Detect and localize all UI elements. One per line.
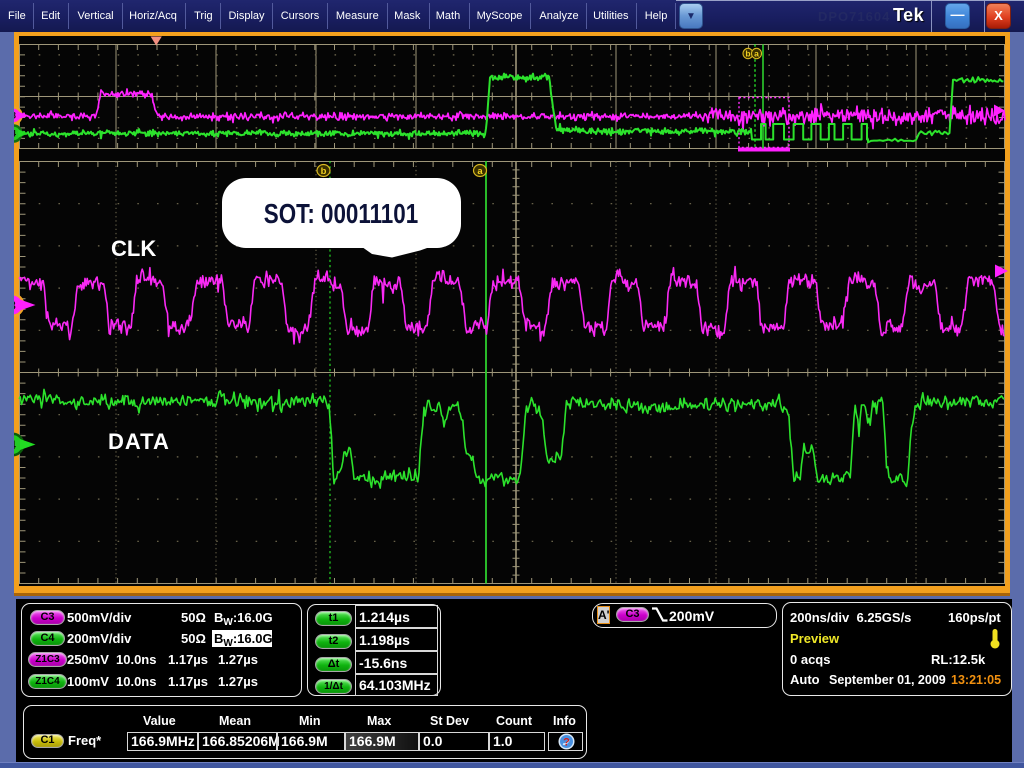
svg-text:CLK: CLK xyxy=(111,236,156,261)
svg-text:4: 4 xyxy=(14,129,16,139)
svg-text:b: b xyxy=(321,166,327,177)
svg-text:DATA: DATA xyxy=(108,429,170,454)
svg-text:b: b xyxy=(745,49,750,59)
svg-text:?: ? xyxy=(563,737,570,749)
svg-text:4: 4 xyxy=(14,438,16,452)
svg-text:a: a xyxy=(754,49,759,59)
svg-text:3: 3 xyxy=(14,111,16,121)
svg-text:3: 3 xyxy=(14,298,16,312)
svg-text:a: a xyxy=(477,166,483,177)
svg-text:SOT: 00011101: SOT: 00011101 xyxy=(264,199,418,230)
